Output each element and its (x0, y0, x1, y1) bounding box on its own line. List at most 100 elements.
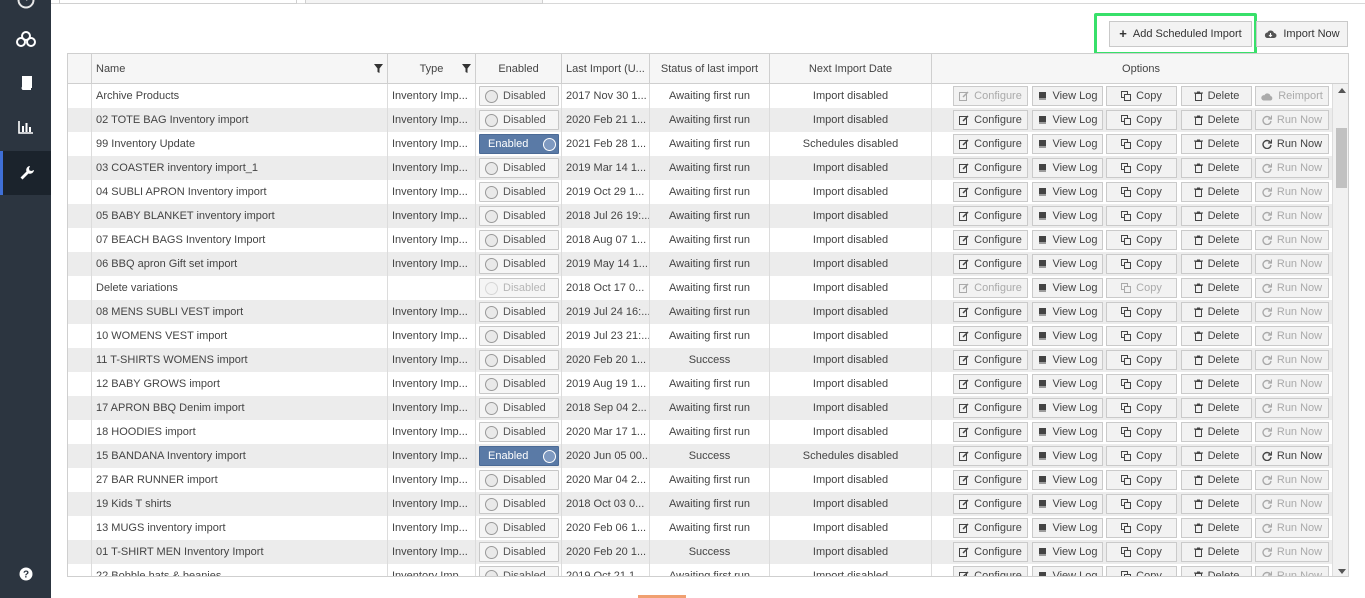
row-select-cell[interactable] (68, 564, 92, 576)
row-select-cell[interactable] (68, 420, 92, 444)
row-select-cell[interactable] (68, 84, 92, 108)
table-row[interactable]: 06 BBQ apron Gift set import Inventory Im… (68, 252, 1332, 276)
tools-icon[interactable] (0, 151, 51, 195)
copy-button[interactable]: Copy (1106, 302, 1177, 322)
configure-button[interactable]: Configure (953, 494, 1028, 514)
run-now-button[interactable]: Run Now (1255, 374, 1329, 394)
table-row[interactable]: 27 BAR RUNNER import Inventory Imp... Disa… (68, 468, 1332, 492)
view-log-button[interactable]: View Log (1032, 278, 1103, 298)
enabled-toggle[interactable]: Disabled (479, 302, 559, 322)
copy-button[interactable]: Copy (1106, 110, 1177, 130)
delete-button[interactable]: Delete (1181, 206, 1252, 226)
table-row[interactable]: 13 MUGS inventory import Inventory Imp...… (68, 516, 1332, 540)
delete-button[interactable]: Delete (1181, 398, 1252, 418)
copy-button[interactable]: Copy (1106, 350, 1177, 370)
copy-button[interactable]: Copy (1106, 542, 1177, 562)
copy-button[interactable]: Copy (1106, 566, 1177, 576)
row-select-cell[interactable] (68, 516, 92, 540)
copy-button[interactable]: Copy (1106, 182, 1177, 202)
enabled-toggle[interactable]: Disabled (479, 542, 559, 562)
configure-button[interactable]: Configure (953, 446, 1028, 466)
run-now-button[interactable]: Run Now (1255, 254, 1329, 274)
enabled-toggle[interactable]: Disabled (479, 230, 559, 250)
delete-button[interactable]: Delete (1181, 182, 1252, 202)
delete-button[interactable]: Delete (1181, 134, 1252, 154)
table-row[interactable]: 04 SUBLI APRON Inventory import Inventory… (68, 180, 1332, 204)
configure-button[interactable]: Configure (953, 254, 1028, 274)
delete-button[interactable]: Delete (1181, 518, 1252, 538)
enabled-toggle[interactable]: Disabled (479, 86, 559, 106)
table-row[interactable]: 05 BABY BLANKET inventory import Inventor… (68, 204, 1332, 228)
table-row[interactable]: Delete variations Disabled 2018 Oct 17 0..… (68, 276, 1332, 300)
configure-button[interactable]: Configure (953, 542, 1028, 562)
run-now-button[interactable]: Run Now (1255, 494, 1329, 514)
table-row[interactable]: 99 Inventory Update Inventory Imp... Enabl… (68, 132, 1332, 156)
enabled-toggle[interactable]: Disabled (479, 206, 559, 226)
run-now-button[interactable]: Run Now (1255, 134, 1329, 154)
run-now-button[interactable]: Run Now (1255, 470, 1329, 490)
table-row[interactable]: 19 Kids T shirts Inventory Imp... Disabled… (68, 492, 1332, 516)
delete-button[interactable]: Delete (1181, 86, 1252, 106)
delete-button[interactable]: Delete (1181, 158, 1252, 178)
enabled-toggle[interactable]: Disabled (479, 110, 559, 130)
row-select-cell[interactable] (68, 300, 92, 324)
run-now-button[interactable]: Run Now (1255, 446, 1329, 466)
view-log-button[interactable]: View Log (1032, 518, 1103, 538)
table-row[interactable]: 18 HOODIES import Inventory Imp... Disable… (68, 420, 1332, 444)
view-log-button[interactable]: View Log (1032, 566, 1103, 576)
configure-button[interactable]: Configure (953, 134, 1028, 154)
col-type[interactable]: Type (388, 54, 476, 84)
run-now-button[interactable]: Run Now (1255, 542, 1329, 562)
table-row[interactable]: 17 APRON BBQ Denim import Inventory Imp..… (68, 396, 1332, 420)
enabled-toggle[interactable]: Disabled (479, 494, 559, 514)
copy-button[interactable]: Copy (1106, 326, 1177, 346)
integrations-icon[interactable] (0, 17, 51, 61)
scroll-thumb[interactable] (1336, 128, 1347, 188)
view-log-button[interactable]: View Log (1032, 494, 1103, 514)
vertical-scrollbar[interactable] (1332, 84, 1348, 576)
copy-button[interactable]: Copy (1106, 230, 1177, 250)
delete-button[interactable]: Delete (1181, 374, 1252, 394)
run-now-button[interactable]: Run Now (1255, 302, 1329, 322)
row-select-cell[interactable] (68, 372, 92, 396)
configure-button[interactable]: Configure (953, 374, 1028, 394)
run-now-button[interactable]: Run Now (1255, 326, 1329, 346)
table-row[interactable]: 12 BABY GROWS import Inventory Imp... Disa… (68, 372, 1332, 396)
row-select-cell[interactable] (68, 132, 92, 156)
copy-button[interactable]: Copy (1106, 470, 1177, 490)
table-row[interactable]: 08 MENS SUBLI VEST import Inventory Imp..… (68, 300, 1332, 324)
run-now-button[interactable]: Run Now (1255, 278, 1329, 298)
run-now-button[interactable]: Run Now (1255, 518, 1329, 538)
view-log-button[interactable]: View Log (1032, 470, 1103, 490)
delete-button[interactable]: Delete (1181, 110, 1252, 130)
row-select-cell[interactable] (68, 228, 92, 252)
row-select-cell[interactable] (68, 252, 92, 276)
enabled-toggle[interactable]: Disabled (479, 398, 559, 418)
col-enabled[interactable]: Enabled (476, 54, 562, 84)
run-now-button[interactable]: Run Now (1255, 158, 1329, 178)
scroll-down-icon[interactable] (1338, 569, 1346, 574)
view-log-button[interactable]: View Log (1032, 398, 1103, 418)
row-select-cell[interactable] (68, 180, 92, 204)
delete-button[interactable]: Delete (1181, 350, 1252, 370)
table-row[interactable]: Archive Products Inventory Imp... Disabled… (68, 84, 1332, 108)
view-log-button[interactable]: View Log (1032, 86, 1103, 106)
copy-button[interactable]: Copy (1106, 494, 1177, 514)
table-row[interactable]: 03 COASTER inventory import_1 Inventory I… (68, 156, 1332, 180)
configure-button[interactable]: Configure (953, 182, 1028, 202)
configure-button[interactable]: Configure (953, 158, 1028, 178)
help-icon[interactable]: ? (0, 552, 51, 596)
delete-button[interactable]: Delete (1181, 566, 1252, 576)
view-log-button[interactable]: View Log (1032, 182, 1103, 202)
view-log-button[interactable]: View Log (1032, 542, 1103, 562)
run-now-button[interactable]: Run Now (1255, 110, 1329, 130)
delete-button[interactable]: Delete (1181, 278, 1252, 298)
view-log-button[interactable]: View Log (1032, 326, 1103, 346)
copy-button[interactable]: Copy (1106, 86, 1177, 106)
table-row[interactable]: 02 TOTE BAG Inventory import Inventory Im… (68, 108, 1332, 132)
view-log-button[interactable]: View Log (1032, 374, 1103, 394)
table-row[interactable]: 15 BANDANA Inventory import Inventory Imp… (68, 444, 1332, 468)
copy-button[interactable]: Copy (1106, 374, 1177, 394)
enabled-toggle[interactable]: Enabled (479, 446, 559, 466)
enabled-toggle[interactable]: Disabled (479, 470, 559, 490)
